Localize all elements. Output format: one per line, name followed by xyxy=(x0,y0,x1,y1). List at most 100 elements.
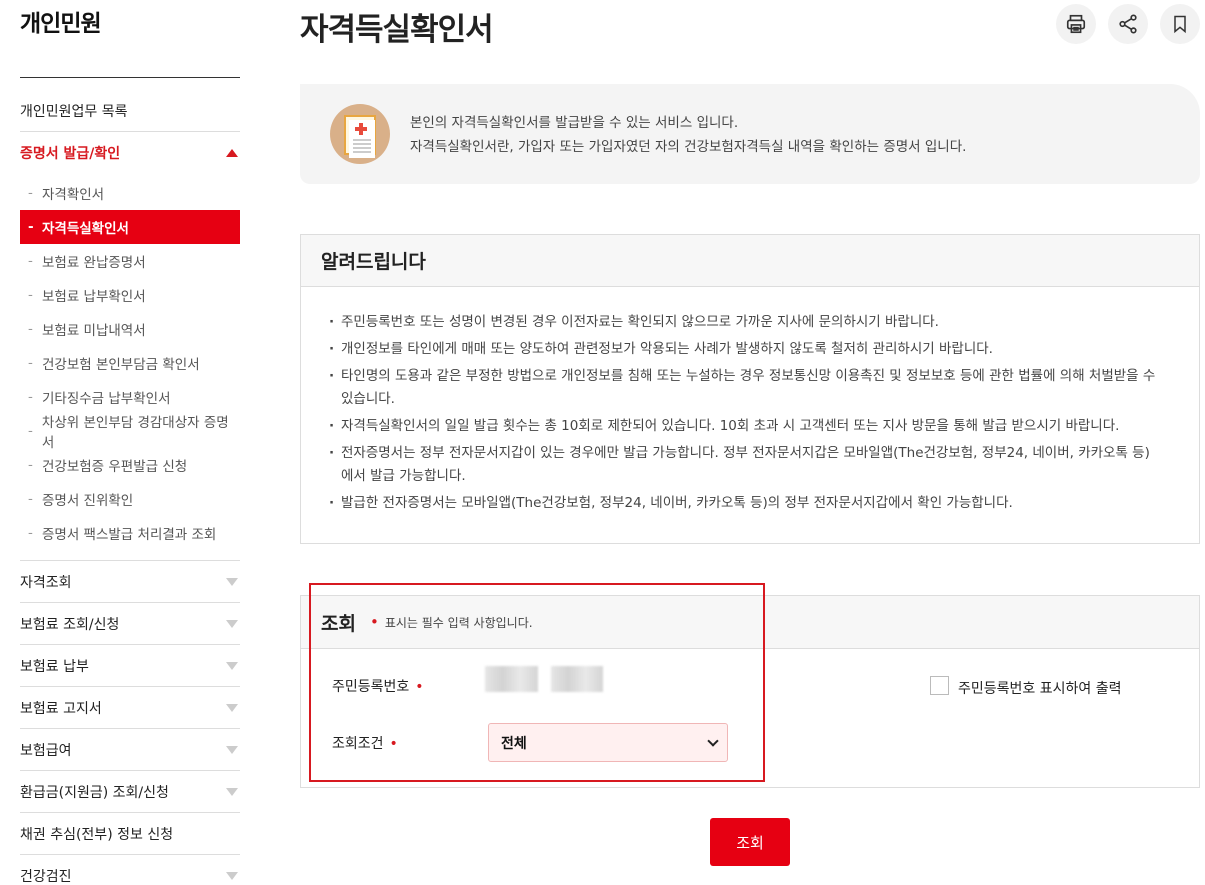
sidebar-divider xyxy=(20,77,240,78)
required-dot-icon: • xyxy=(369,613,379,631)
submenu-item[interactable]: - 증명서 팩스발급 처리결과 조회 xyxy=(20,516,240,550)
sidebar-item-label: 환급금(지원금) 조회/신청 xyxy=(20,784,169,801)
submenu-item-selected[interactable]: - 자격득실확인서 xyxy=(20,210,240,244)
sidebar-item-label: 증명서 발급/확인 xyxy=(20,146,121,162)
caret-down-icon xyxy=(226,787,238,796)
submenu-item[interactable]: - 보험료 납부확인서 xyxy=(20,278,240,312)
submenu-item[interactable]: - 기타징수금 납부확인서 xyxy=(20,380,240,414)
sidebar-item-label: 개인민원업무 목록 xyxy=(20,103,128,120)
sidebar-title: 개인민원 xyxy=(20,11,102,37)
submenu-item[interactable]: - 자격확인서 xyxy=(20,176,240,210)
sidebar-menu: 개인민원업무 목록 증명서 발급/확인 - 자격확인서 - 자격득실확인서 - 보험료… xyxy=(20,90,240,885)
submenu-item-label: 보험료 미납내역서 xyxy=(42,323,146,339)
sidebar-item-label: 보험료 조회/신청 xyxy=(20,616,120,633)
sidebar-item-benefits[interactable]: 보험급여 xyxy=(20,729,240,771)
notice-item: 타인명의 도용과 같은 부정한 방법으로 개인정보를 침해 또는 누설하는 경우… xyxy=(329,365,1159,411)
caret-up-icon xyxy=(226,149,238,157)
intro-line: 본인의 자격득실확인서를 발급받을 수 있는 서비스 입니다. xyxy=(410,115,739,131)
intro-line: 자격득실확인서란, 가입자 또는 가입자였던 자의 건강보험자격득실 내역을 확… xyxy=(410,139,967,155)
sidebar-item-label: 보험급여 xyxy=(20,742,72,759)
sidebar-item-premium-bill[interactable]: 보험료 고지서 xyxy=(20,687,240,729)
resident-number-label-text: 주민등록번호 xyxy=(332,679,410,695)
submenu-item-label: 보험료 완납증명서 xyxy=(42,255,146,271)
condition-label-text: 조회조건 xyxy=(332,736,384,752)
dash-icon: - xyxy=(28,389,33,405)
intro-text: 본인의 자격득실확인서를 발급받을 수 있는 서비스 입니다. 자격득실확인서란… xyxy=(410,111,966,159)
chevron-down-icon xyxy=(707,734,719,747)
condition-select[interactable]: 전체 xyxy=(488,723,728,762)
submenu-item[interactable]: - 보험료 미납내역서 xyxy=(20,312,240,346)
caret-down-icon xyxy=(226,703,238,712)
notice-title: 알려드립니다 xyxy=(301,235,1199,287)
notice-list: 주민등록번호 또는 성명이 변경된 경우 이전자료는 확인되지 않으므로 가까운… xyxy=(301,287,1199,515)
masked-digits xyxy=(485,666,538,692)
sidebar-item-complaint-list[interactable]: 개인민원업무 목록 xyxy=(20,90,240,132)
checkbox-label: 주민등록번호 표시하여 출력 xyxy=(958,681,1122,697)
caret-down-icon xyxy=(226,745,238,754)
sidebar-item-premium-inquiry[interactable]: 보험료 조회/신청 xyxy=(20,603,240,645)
submenu-item[interactable]: - 증명서 진위확인 xyxy=(20,482,240,516)
submenu-item-label: 차상위 본인부담 경감대상자 증명서 xyxy=(41,415,229,451)
submenu-item-label: 건강보험증 우편발급 신청 xyxy=(42,459,188,475)
submenu-item-label: 보험료 납부확인서 xyxy=(42,289,146,305)
show-resident-number-checkbox[interactable] xyxy=(930,676,949,695)
caret-down-icon xyxy=(226,577,238,586)
notice-item: 주민등록번호 또는 성명이 변경된 경우 이전자료는 확인되지 않으므로 가까운… xyxy=(329,311,1159,334)
dash-icon: - xyxy=(28,457,33,473)
submenu-item[interactable]: - 건강보험 본인부담금 확인서 xyxy=(20,346,240,380)
submenu-item-label: 증명서 진위확인 xyxy=(42,493,134,509)
sidebar-item-label: 보험료 납부 xyxy=(20,658,89,675)
bookmark-button[interactable] xyxy=(1160,4,1200,44)
dash-icon: - xyxy=(28,355,33,371)
sidebar-item-premium-payment[interactable]: 보험료 납부 xyxy=(20,645,240,687)
submenu-item-label: 건강보험 본인부담금 확인서 xyxy=(42,357,200,373)
submenu-item-label: 기타징수금 납부확인서 xyxy=(42,391,171,407)
sidebar-item-refund[interactable]: 환급금(지원금) 조회/신청 xyxy=(20,771,240,813)
notice-box: 알려드립니다 주민등록번호 또는 성명이 변경된 경우 이전자료는 확인되지 않… xyxy=(300,234,1200,544)
page-title: 자격득실확인서 xyxy=(300,12,494,48)
sidebar-item-label: 건강검진 xyxy=(20,868,72,885)
condition-select-value: 전체 xyxy=(501,735,527,752)
share-button[interactable] xyxy=(1108,4,1148,44)
dash-icon: - xyxy=(28,287,33,303)
notice-item: 자격득실확인서의 일일 발급 횟수는 총 10회로 제한되어 있습니다. 10회… xyxy=(329,415,1159,438)
sidebar-item-debt-collection[interactable]: 채권 추심(전부) 정보 신청 xyxy=(20,813,240,855)
required-dot-icon: • xyxy=(415,679,424,695)
sidebar-item-label: 자격조회 xyxy=(20,574,72,591)
dash-icon: - xyxy=(28,525,33,541)
dash-icon: - xyxy=(28,491,33,507)
submenu-item[interactable]: - 보험료 완납증명서 xyxy=(20,244,240,278)
dash-icon: - xyxy=(28,253,33,269)
query-header: 조회 • 표시는 필수 입력 사항입니다. xyxy=(301,596,1199,649)
sidebar-item-health-checkup[interactable]: 건강검진 xyxy=(20,855,240,885)
condition-label: 조회조건 • xyxy=(332,733,398,753)
sidebar-submenu: - 자격확인서 - 자격득실확인서 - 보험료 완납증명서 - 보험료 납부확인서 -보… xyxy=(20,174,240,561)
submenu-item[interactable]: - 건강보험증 우편발급 신청 xyxy=(20,448,240,482)
query-title: 조회 xyxy=(321,612,356,635)
share-icon xyxy=(1119,14,1137,34)
notice-item: 발급한 전자증명서는 모바일앱(The건강보험, 정부24, 네이버, 카카오톡… xyxy=(329,492,1159,515)
submenu-item-label: 자격득실확인서 xyxy=(42,221,129,237)
caret-down-icon xyxy=(226,619,238,628)
submenu-item-label: 자격확인서 xyxy=(42,187,105,203)
bookmark-icon xyxy=(1174,15,1186,34)
required-note: 표시는 필수 입력 사항입니다. xyxy=(384,615,533,630)
notice-item: 개인정보를 타인에게 매매 또는 양도하여 관련정보가 악용되는 사례가 발생하… xyxy=(329,338,1159,361)
submenu-item[interactable]: - 차상위 본인부담 경감대상자 증명서 xyxy=(20,414,240,451)
submenu-item-label: 증명서 팩스발급 처리결과 조회 xyxy=(42,527,217,543)
search-submit-button[interactable]: 조회 xyxy=(710,818,790,866)
sidebar-item-eligibility[interactable]: 자격조회 xyxy=(20,561,240,603)
notice-item: 전자증명서는 정부 전자문서지갑이 있는 경우에만 발급 가능합니다. 정부 전… xyxy=(329,442,1159,488)
print-button[interactable] xyxy=(1056,4,1096,44)
caret-down-icon xyxy=(226,871,238,880)
required-dot-icon: • xyxy=(389,736,398,752)
resident-number-label: 주민등록번호 • xyxy=(332,676,424,696)
printer-icon xyxy=(1066,14,1086,34)
dash-icon: - xyxy=(28,321,33,337)
page-actions xyxy=(1056,4,1200,44)
service-intro: 본인의 자격득실확인서를 발급받을 수 있는 서비스 입니다. 자격득실확인서란… xyxy=(300,84,1200,184)
sidebar-item-certificate-issue[interactable]: 증명서 발급/확인 xyxy=(20,132,240,174)
dash-icon: - xyxy=(28,423,33,439)
caret-down-icon xyxy=(226,661,238,670)
masked-digits xyxy=(551,666,603,692)
